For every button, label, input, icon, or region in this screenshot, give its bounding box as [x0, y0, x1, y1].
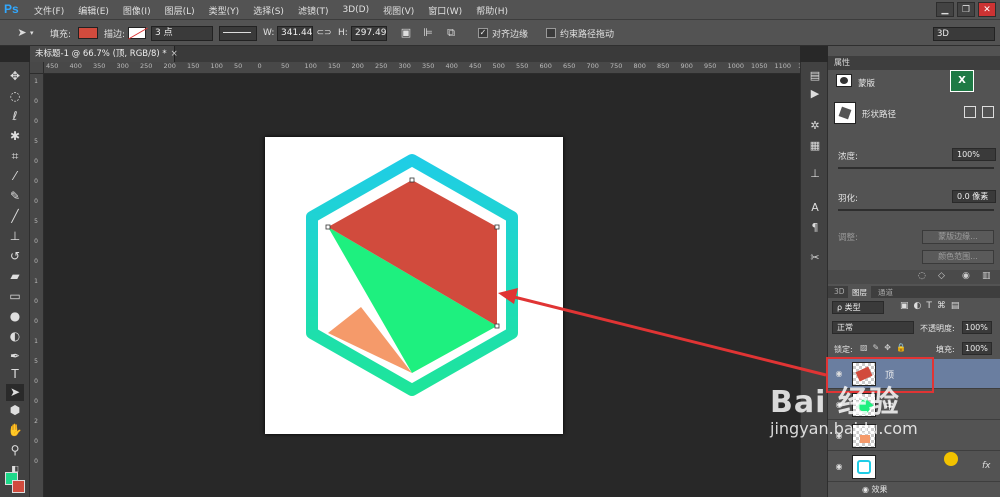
arrow-head: [498, 288, 518, 304]
baidu-watermark: Bai 经验 jingyan.baidu.com: [770, 386, 918, 438]
emoji-icon: [944, 452, 958, 466]
watermark-url: jingyan.baidu.com: [770, 419, 918, 438]
watermark-brand: Bai 经验: [770, 385, 900, 420]
arrow-shaft: [509, 294, 827, 377]
